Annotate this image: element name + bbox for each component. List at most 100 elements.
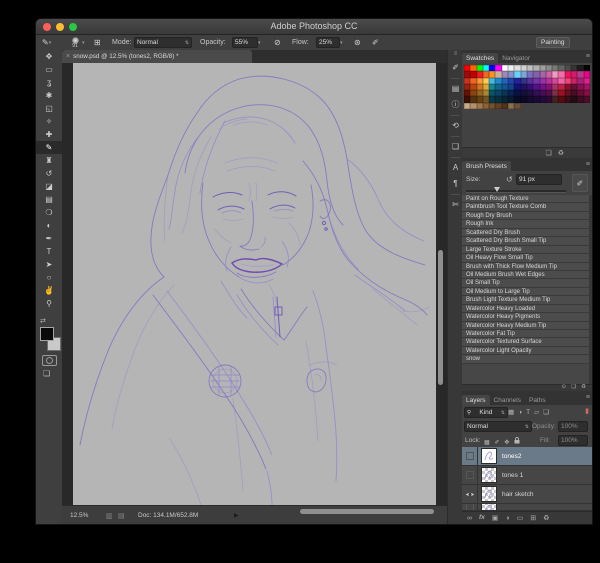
pen-tool[interactable]: ✒: [36, 232, 62, 245]
new-adjustment-layer-icon[interactable]: ◑: [505, 515, 509, 522]
brush-preset-item[interactable]: Watercolor Light Opacity: [462, 347, 592, 355]
toggle-brush-panel-button[interactable]: ⊞: [94, 35, 101, 50]
brush-preset-item[interactable]: snow: [462, 355, 592, 363]
add-layer-mask-icon[interactable]: ▣: [492, 515, 499, 522]
swatch[interactable]: [514, 103, 520, 109]
layer-name[interactable]: hair sketch: [502, 491, 533, 498]
layer-thumbnail[interactable]: [481, 504, 497, 511]
status-flyout-arrow[interactable]: ▶: [234, 506, 239, 524]
info-panel-icon[interactable]: ⓘ: [448, 97, 463, 113]
toggle-brush-panel-icon[interactable]: ✐: [572, 174, 588, 192]
airbrush-button[interactable]: ⊛: [354, 35, 361, 50]
brush-preset-item[interactable]: Oil Medium to Large Tip: [462, 288, 592, 296]
horizontal-scrollbar[interactable]: [300, 509, 434, 514]
brush-preset-item[interactable]: Watercolor Heavy Medium Tip: [462, 322, 592, 330]
layer-row-partial[interactable]: [462, 504, 592, 511]
crop-tool[interactable]: ◱: [36, 102, 62, 115]
brush-size-slider[interactable]: [466, 190, 566, 193]
brush-preset-item[interactable]: Paint on Rough Texture: [462, 195, 592, 203]
layer-row-tones2[interactable]: tones2: [462, 447, 592, 466]
brush-preset-item[interactable]: Scattered Dry Brush: [462, 229, 592, 237]
tab-paths[interactable]: Paths: [525, 395, 550, 405]
brush-preset-item[interactable]: Brush Light Texture Medium Tip: [462, 296, 592, 304]
layer-thumbnail[interactable]: [481, 448, 497, 464]
layer-name[interactable]: tones 1: [502, 472, 523, 479]
path-selection-tool[interactable]: ➤: [36, 258, 62, 271]
filter-toggle-icon[interactable]: ▮: [585, 407, 589, 415]
tab-swatches[interactable]: Swatches: [462, 53, 498, 63]
tab-layers[interactable]: Layers: [462, 395, 490, 405]
gradient-tool[interactable]: ▤: [36, 193, 62, 206]
paragraph-panel-icon[interactable]: ¶: [448, 176, 463, 192]
filter-pixel-layers-icon[interactable]: ▦: [508, 409, 514, 416]
layer-name[interactable]: tones2: [502, 453, 522, 460]
fill-field[interactable]: 100%: [558, 435, 588, 446]
document-tab[interactable]: × snow.psd @ 12.5% (tones2, RGB/8) *: [62, 50, 252, 63]
brush-preset-item[interactable]: Watercolor Fat Tip: [462, 330, 592, 338]
foreground-color-well[interactable]: [40, 327, 54, 341]
dodge-tool[interactable]: ◐: [36, 219, 62, 232]
delete-swatch-icon[interactable]: ♻: [558, 150, 564, 157]
lock-all-icon[interactable]: [514, 437, 520, 444]
workspace-switcher[interactable]: Painting: [536, 35, 570, 50]
canvas-document[interactable]: [73, 63, 436, 505]
history-panel-icon[interactable]: ⟲: [448, 118, 463, 134]
eraser-tool[interactable]: ◪: [36, 180, 62, 193]
brush-preset-item[interactable]: Oil Heavy Flow Small Tip: [462, 254, 592, 262]
layer-thumbnail[interactable]: [481, 467, 497, 483]
brush-preset-item[interactable]: Rough Ink: [462, 220, 592, 228]
filter-smart-objects-icon[interactable]: ❏: [543, 409, 549, 416]
quick-selection-tool[interactable]: ✱: [36, 89, 62, 102]
brush-preset-picker[interactable]: 91 ▾: [68, 35, 85, 50]
panel-menu-icon[interactable]: ≡: [586, 161, 590, 168]
clone-stamp-tool[interactable]: ♜: [36, 154, 62, 167]
type-tool[interactable]: T: [36, 245, 62, 258]
brush-preset-item[interactable]: Rough Dry Brush: [462, 212, 592, 220]
screen-mode-button[interactable]: ❏: [43, 369, 50, 378]
reset-size-icon[interactable]: ↺: [506, 175, 513, 184]
filter-adjustment-layers-icon[interactable]: ◑: [518, 409, 522, 416]
brush-preset-item[interactable]: Oil Medium Brush Wet Edges: [462, 271, 592, 279]
layer-row-tones-1[interactable]: tones 1: [462, 466, 592, 485]
brush-preset-item[interactable]: Watercolor Heavy Pigments: [462, 313, 592, 321]
panel-menu-icon[interactable]: ≡: [586, 394, 590, 401]
visibility-toggle[interactable]: [462, 447, 478, 466]
slider-thumb[interactable]: [494, 187, 500, 192]
brush-preset-item[interactable]: Watercolor Heavy Loaded: [462, 305, 592, 313]
new-brush-icon[interactable]: ❏: [571, 385, 576, 391]
layer-comps-panel-icon[interactable]: ❏: [448, 139, 463, 155]
eyedropper-tool[interactable]: ✧: [36, 115, 62, 128]
filter-type-layers-icon[interactable]: T: [526, 409, 530, 416]
swatch[interactable]: [584, 96, 590, 102]
visibility-toggle[interactable]: [462, 504, 478, 511]
pressure-size-button[interactable]: ✐: [372, 35, 379, 50]
pressure-opacity-button[interactable]: ⊘: [274, 35, 281, 50]
layer-row-hair-sketch[interactable]: hair sketch: [462, 485, 592, 504]
brush-preset-item[interactable]: Watercolor Textured Surface: [462, 338, 592, 346]
open-preset-manager-icon[interactable]: ⊙: [562, 385, 567, 391]
brush-preset-item[interactable]: Paintbrush Tool Texture Comb: [462, 203, 592, 211]
brush-preset-item[interactable]: Brush with Thick Flow Medium Tip: [462, 263, 592, 271]
vertical-scrollbar[interactable]: [438, 250, 443, 385]
close-icon[interactable]: ×: [66, 53, 70, 60]
brush-preset-item[interactable]: Scattered Dry Brush Small Tip: [462, 237, 592, 245]
tab-navigator[interactable]: Navigator: [498, 53, 534, 63]
new-swatch-icon[interactable]: ❏: [545, 150, 551, 157]
layer-thumbnail[interactable]: [481, 486, 497, 502]
swap-colors-icon[interactable]: ⇄: [40, 317, 46, 325]
layer-effects-icon[interactable]: fx: [479, 515, 485, 522]
new-group-icon[interactable]: ▭: [517, 515, 524, 522]
lock-pixels-icon[interactable]: ✐: [494, 440, 499, 446]
blur-tool[interactable]: ❍: [36, 206, 62, 219]
move-tool[interactable]: ✥: [36, 50, 62, 63]
link-layers-icon[interactable]: ∞: [467, 515, 472, 522]
lasso-tool[interactable]: ʓ: [36, 76, 62, 89]
brush-size-field[interactable]: 91 px: [516, 174, 562, 185]
healing-brush-tool[interactable]: ✚: [36, 128, 62, 141]
zoom-level-field[interactable]: 12.5%: [70, 506, 88, 524]
brush-tool[interactable]: ✎: [36, 141, 62, 154]
panel-menu-icon[interactable]: ≡: [586, 53, 590, 60]
marquee-tool[interactable]: ▭: [36, 63, 62, 76]
new-layer-icon[interactable]: ⊞: [530, 515, 536, 522]
tool-presets-panel-icon[interactable]: ✄: [448, 197, 463, 213]
